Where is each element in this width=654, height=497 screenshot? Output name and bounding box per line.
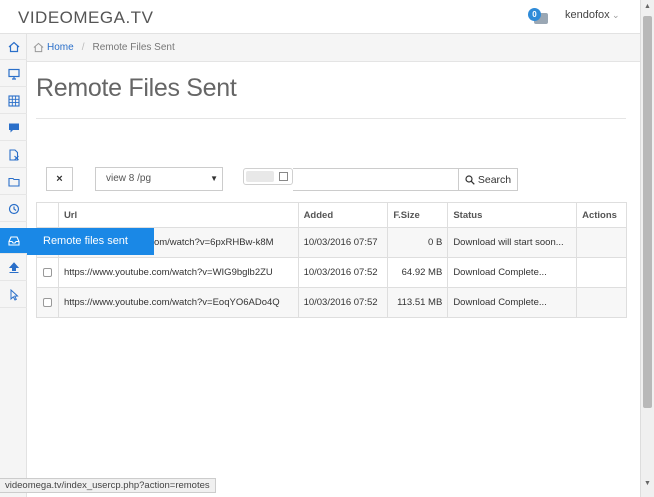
search-button[interactable]: Search [458,168,518,191]
scroll-up-icon[interactable]: ▲ [644,3,651,10]
table-header-row: Url Added F.Size Status Actions [36,202,627,228]
header-size[interactable]: F.Size [387,202,449,228]
sidebar-item-pointer[interactable] [0,282,27,308]
upload-icon [8,261,19,273]
header-check [36,202,59,228]
sidebar-item-remote[interactable] [0,196,27,222]
breadcrumb: Home / Remote Files Sent [27,34,640,62]
top-bar: VIDEOMEGA.TV 0 kendofox ⌄ [0,0,640,34]
filter-toggle[interactable] [243,168,293,185]
row-added: 10/03/2016 07:52 [297,287,389,318]
row-status: Download Complete... [447,257,578,288]
breadcrumb-separator: / [81,42,85,53]
search-input[interactable] [293,168,459,191]
breadcrumb-home-link[interactable]: Home [47,42,74,53]
table-row: https://www.youtube.com/watch?v=EoqYO6AD… [36,287,627,318]
notifications-button[interactable]: 0 [528,8,550,26]
breadcrumb-current: Remote Files Sent [92,42,175,53]
clear-button[interactable]: × [46,167,73,191]
toggle-track [246,171,274,182]
sidebar-item-messages[interactable] [0,115,27,141]
vertical-scrollbar[interactable]: ▲ ▼ [640,0,654,497]
row-added: 10/03/2016 07:52 [297,257,389,288]
sidebar-item-home[interactable] [0,34,27,60]
chat-icon [8,123,19,132]
row-size: 64.92 MB [387,257,449,288]
caret-down-icon: ▼ [210,174,218,183]
user-menu[interactable]: kendofox [565,9,610,21]
sidebar-flyout-label[interactable]: Remote files sent [27,228,154,255]
row-checkbox[interactable] [42,297,52,307]
row-status: Download will start soon... [447,227,578,258]
search-icon [465,174,475,185]
row-size: 0 B [387,227,449,258]
sidebar-item-monitor[interactable] [0,61,27,87]
row-size: 113.51 MB [387,287,449,318]
inbox-icon [7,235,20,246]
row-url: https://www.youtube.com/watch?v=EoqYO6AD… [57,287,299,318]
sidebar-item-remote-files-sent[interactable] [0,228,27,254]
header-url[interactable]: Url [57,202,299,228]
remote-files-table: Url Added F.Size Status Actions om/watch… [36,202,627,318]
grid-icon [7,94,20,107]
sidebar-item-files[interactable] [0,142,27,168]
row-url: https://www.youtube.com/watch?v=WIG9bglb… [57,257,299,288]
home-icon [8,41,19,52]
page-title: Remote Files Sent [36,74,237,102]
notification-badge: 0 [528,8,541,21]
sidebar-item-grid[interactable] [0,88,27,114]
toggle-checkbox[interactable] [279,172,288,181]
cursor-icon [10,288,19,301]
sidebar-item-folders[interactable] [0,169,27,195]
monitor-icon [7,68,20,80]
chevron-down-icon[interactable]: ⌄ [612,10,620,21]
per-page-value: view 8 /pg [106,173,152,184]
row-added: 10/03/2016 07:57 [297,227,389,258]
row-actions [576,287,627,318]
row-checkbox-cell [36,287,59,318]
row-checkbox[interactable] [42,267,52,277]
row-actions [576,227,627,258]
table-row: https://www.youtube.com/watch?v=WIG9bglb… [36,257,627,288]
brand-logo[interactable]: VIDEOMEGA.TV [18,8,153,28]
header-actions: Actions [576,202,627,228]
search-button-label: Search [477,173,512,186]
row-actions [576,257,627,288]
title-divider [36,118,626,119]
home-icon [33,42,44,53]
refresh-icon [8,203,19,214]
header-added[interactable]: Added [297,202,389,228]
scroll-down-icon[interactable]: ▼ [644,480,651,487]
folder-icon [7,177,20,187]
file-x-icon [8,148,19,161]
sidebar-item-upload[interactable] [0,255,27,281]
row-status: Download Complete... [447,287,578,318]
row-checkbox-cell [36,257,59,288]
header-status[interactable]: Status [447,202,578,228]
browser-status-url: videomega.tv/index_usercp.php?action=rem… [0,478,216,493]
per-page-select[interactable]: view 8 /pg ▼ [95,167,223,191]
sidebar [0,34,27,497]
scrollbar-thumb[interactable] [643,16,652,408]
